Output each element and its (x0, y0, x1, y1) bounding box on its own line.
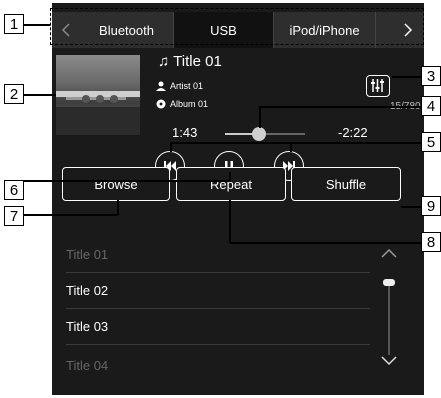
list-item[interactable]: Title 04 (66, 347, 370, 383)
callout-leader (24, 180, 230, 182)
tab-bar-highlight (50, 8, 424, 45)
callout-leader (392, 76, 421, 78)
artist-name: Artist 01 (170, 81, 204, 91)
track-title: Title 01 (173, 53, 222, 70)
callout-leader (229, 172, 231, 181)
callout-leader (24, 24, 50, 26)
callout-4: 4 (421, 96, 441, 116)
equalizer-icon (371, 79, 384, 92)
album-row: Album 01 (156, 99, 208, 109)
list-item[interactable]: Title 03 (66, 309, 370, 345)
callout-leader (229, 200, 231, 243)
repeat-button[interactable]: Repeat (176, 167, 286, 201)
track-title-row: ♫ Title 01 (158, 53, 222, 70)
scroll-down-icon[interactable] (380, 355, 398, 367)
callout-leader (170, 142, 421, 144)
list-item[interactable]: Title 02 (66, 273, 370, 309)
album-name: Album 01 (170, 99, 209, 109)
remaining-time: -2:22 (338, 125, 368, 140)
callout-6: 6 (4, 180, 24, 200)
audio-screen: Bluetooth USB iPod/iPhone ♫ Title 01 Art… (52, 3, 424, 395)
callout-3: 3 (421, 66, 441, 86)
callout-leader (259, 106, 261, 128)
callout-leader (259, 106, 421, 108)
callout-leader (290, 142, 292, 152)
callout-2: 2 (4, 84, 24, 104)
callout-7: 7 (4, 206, 24, 226)
shuffle-button[interactable]: Shuffle (291, 167, 401, 201)
album-art-image (56, 91, 140, 135)
callout-leader (24, 94, 56, 96)
callout-9: 9 (421, 196, 441, 216)
sound-settings-button[interactable] (366, 75, 390, 97)
scrollbar-track[interactable] (388, 283, 390, 355)
progress-knob[interactable] (252, 127, 267, 141)
callout-8: 8 (421, 232, 441, 252)
callout-leader (117, 200, 119, 215)
callout-5: 5 (421, 132, 441, 152)
callout-1: 1 (4, 14, 24, 34)
album-art (56, 55, 140, 135)
callout-leader (401, 206, 421, 208)
callout-leader (170, 142, 172, 152)
person-icon (156, 81, 166, 91)
disc-icon (156, 99, 166, 109)
callout-leader (24, 214, 118, 216)
elapsed-time: 1:43 (172, 125, 198, 140)
scroll-up-icon[interactable] (380, 247, 398, 259)
artist-row: Artist 01 (156, 81, 203, 91)
callout-leader (230, 242, 421, 244)
music-note-icon: ♫ (158, 53, 170, 70)
scrollbar-thumb[interactable] (383, 279, 395, 286)
browse-button[interactable]: Browse (62, 167, 170, 201)
